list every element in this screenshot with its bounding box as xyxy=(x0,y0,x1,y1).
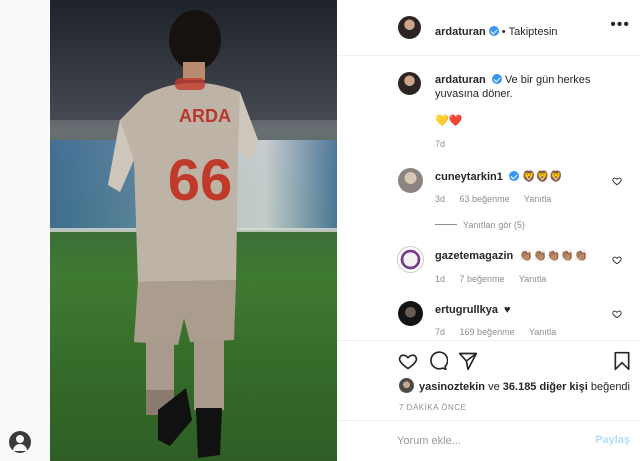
comment-like-heart-icon[interactable] xyxy=(612,309,622,319)
author-avatar[interactable] xyxy=(398,16,421,39)
verified-badge-icon xyxy=(491,74,502,84)
comment-text: 🦁🦁🦁 xyxy=(521,171,564,183)
likes-summary: yasinoztekin ve 36.185 diğer kişi beğend… xyxy=(419,381,630,393)
comment-like-heart-icon[interactable] xyxy=(612,176,622,186)
liker-avatar[interactable] xyxy=(399,378,414,393)
post-timestamp[interactable]: 7 DAKİKA ÖNCE xyxy=(399,403,466,412)
comment-composer: Paylaş xyxy=(337,420,640,461)
follow-status[interactable]: Takiptesin xyxy=(509,26,558,38)
reply-button[interactable]: Yanıtla xyxy=(519,274,546,284)
replies-line xyxy=(435,224,457,225)
comment-input[interactable] xyxy=(397,433,587,449)
bookmark-icon[interactable] xyxy=(613,351,631,371)
post-panel: ardaturan • Takiptesin ••• ardaturan Ve bi… xyxy=(337,0,640,461)
comment-avatar[interactable] xyxy=(398,168,423,193)
caption-username[interactable]: ardaturan xyxy=(435,74,486,86)
jersey-name: ARDA xyxy=(179,106,231,126)
heart-icon[interactable] xyxy=(398,351,418,371)
post-comment-button[interactable]: Paylaş xyxy=(595,434,630,446)
likes-suffix: beğendi xyxy=(590,381,630,393)
reply-button[interactable]: Yanıtla xyxy=(529,327,556,337)
profile-avatar-icon[interactable] xyxy=(9,431,31,453)
likes-connector: ve xyxy=(488,381,500,393)
view-replies[interactable]: Yanıtları gör (5) xyxy=(435,220,537,230)
comment-likes[interactable]: 7 beğenme xyxy=(460,274,505,284)
comment-text: ♥ xyxy=(504,304,511,316)
page-left-background xyxy=(0,0,50,461)
caption-emojis: 💛❤️ xyxy=(435,115,463,127)
comment-time[interactable]: 3d xyxy=(435,194,445,204)
caption-text-line2: yuvasına döner. xyxy=(435,88,513,100)
verified-badge-icon xyxy=(508,171,519,181)
comment-time[interactable]: 7d xyxy=(435,327,445,337)
caption-avatar[interactable] xyxy=(398,72,421,95)
comment-text: 👏🏽👏🏽👏🏽👏🏽👏🏽 xyxy=(519,250,588,262)
action-bar xyxy=(337,340,640,380)
comment-avatar[interactable] xyxy=(397,246,424,273)
comment-avatar[interactable] xyxy=(398,301,423,326)
view-replies-label: Yanıtları gör (5) xyxy=(463,220,525,230)
liker-username[interactable]: yasinoztekin xyxy=(419,381,485,393)
comment-username[interactable]: cuneytarkin1 xyxy=(435,171,503,183)
more-options-icon[interactable]: ••• xyxy=(610,17,630,33)
comment-like-heart-icon[interactable] xyxy=(612,255,622,265)
comment-time[interactable]: 1d xyxy=(435,274,445,284)
caption-text-line1: Ve bir gün herkes xyxy=(504,74,591,86)
comment-icon[interactable] xyxy=(428,351,448,371)
comment-likes[interactable]: 63 beğenme xyxy=(460,194,510,204)
post-header: ardaturan • Takiptesin ••• xyxy=(337,0,640,56)
likes-count[interactable]: 36.185 diğer kişi xyxy=(503,381,588,393)
comment-username[interactable]: gazetemagazin xyxy=(435,250,513,262)
comment-username[interactable]: ertugrullkya xyxy=(435,304,498,316)
comment-likes[interactable]: 169 beğenme xyxy=(460,327,515,337)
reply-button[interactable]: Yanıtla xyxy=(524,194,551,204)
jersey-number: 66 xyxy=(168,148,233,213)
football-player-figure: ARDA 66 xyxy=(108,10,258,458)
author-username[interactable]: ardaturan xyxy=(435,26,486,38)
verified-badge-icon xyxy=(488,26,499,36)
caption-time[interactable]: 7d xyxy=(435,139,445,149)
share-icon[interactable] xyxy=(458,351,478,371)
post-photo[interactable]: ARDA 66 xyxy=(50,0,337,461)
separator-dot: • xyxy=(501,26,506,38)
